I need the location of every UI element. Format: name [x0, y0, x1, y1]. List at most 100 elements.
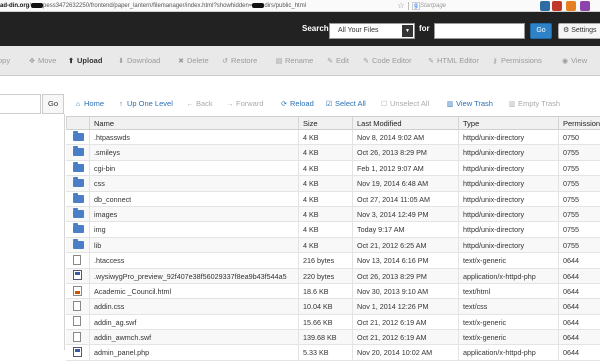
row-icon-cell [66, 222, 89, 237]
file-size: 220 bytes [298, 268, 352, 284]
table-row[interactable]: addin_awmch.swf 139.68 KB Oct 21, 2012 6:1… [66, 330, 600, 346]
restore-button[interactable]: ↺ Restore [221, 46, 257, 76]
reload-button[interactable]: ⟳ Reload [280, 94, 314, 114]
view-trash-button[interactable]: ▥ View Trash [446, 94, 493, 114]
file-name[interactable]: db_connect [89, 191, 298, 207]
file-permissions: 0644 [558, 330, 600, 346]
html-editor-button[interactable]: ✎ HTML Editor [427, 46, 479, 76]
file-name[interactable]: addin_awmch.swf [89, 330, 298, 346]
search-engine-icon[interactable]: g [412, 2, 420, 10]
column-header-permissions[interactable]: Permissions [558, 117, 600, 130]
table-row[interactable]: img 4 KB Today 9:17 AM httpd/unix-directory… [66, 222, 600, 238]
path-input[interactable] [0, 94, 41, 114]
file-type: text/css [458, 299, 558, 315]
view-label: View [571, 56, 588, 65]
back-button[interactable]: ← Back [186, 94, 213, 114]
file-permissions: 0755 [558, 160, 600, 176]
column-header-icon [66, 117, 89, 130]
upload-button[interactable]: ⬆ Upload [67, 46, 102, 76]
table-row[interactable]: cgi-bin 4 KB Feb 1, 2012 9:07 AM httpd/unix… [66, 160, 600, 177]
table-row[interactable]: db_connect 4 KB Oct 27, 2014 11:05 AM httpd… [66, 191, 600, 207]
file-name[interactable]: css [89, 176, 298, 192]
select-all-button[interactable]: ☑ Select All [325, 94, 366, 114]
download-button[interactable]: ⬇ Download [117, 46, 160, 76]
chevron-down-icon[interactable]: ▼ [402, 25, 413, 37]
file-name[interactable]: .wysiwygPro_preview_92f407e38f56029337f8… [89, 268, 298, 284]
extension-icon[interactable] [566, 1, 576, 11]
move-icon: ✥ [29, 58, 35, 65]
reload-icon: ⟳ [281, 101, 287, 108]
permissions-button[interactable]: ⚷ Permissions [491, 46, 541, 76]
table-row[interactable]: .htaccess 216 bytes Nov 13, 2014 6:16 PM te… [66, 253, 600, 269]
view-button[interactable]: ◉ View [561, 46, 587, 76]
up-one-level-button[interactable]: ↑ Up One Level [117, 94, 173, 114]
column-header-size[interactable]: Size [298, 117, 352, 130]
file-name[interactable]: img [89, 222, 298, 238]
extension-icon[interactable] [580, 1, 590, 11]
table-row[interactable]: .htpasswds 4 KB Nov 8, 2014 9:02 AM httpd/u… [66, 130, 600, 146]
download-label: Download [127, 56, 161, 65]
file-name[interactable]: .smileys [89, 145, 298, 161]
checkbox-empty-icon: ☐ [380, 101, 388, 108]
copy-button[interactable]: opy [0, 46, 10, 76]
file-last-modified: Oct 21, 2012 6:19 AM [352, 314, 458, 330]
divider [408, 2, 409, 10]
table-row[interactable]: .smileys 4 KB Oct 26, 2013 8:29 PM httpd/un… [66, 145, 600, 161]
table-row[interactable]: images 4 KB Nov 3, 2014 12:49 PM httpd/unix… [66, 206, 600, 223]
delete-button[interactable]: ✖ Delete [177, 46, 209, 76]
upload-label: Upload [77, 56, 103, 65]
move-button[interactable]: ✥ Move [28, 46, 56, 76]
column-header-name[interactable]: Name [89, 117, 298, 130]
search-go-button[interactable]: Go [530, 23, 552, 39]
file-permissions: 0644 [558, 299, 600, 315]
file-permissions: 0644 [558, 283, 600, 299]
column-header-last-modified[interactable]: Last Modified [352, 117, 458, 130]
file-name[interactable]: lib [89, 237, 298, 253]
folder-icon [73, 238, 84, 249]
file-permissions: 0644 [558, 345, 600, 361]
edit-button[interactable]: ✎ Edit [326, 46, 349, 76]
file-name[interactable]: .htaccess [89, 253, 298, 269]
table-row[interactable]: Academic _Council.html 18.6 KB Nov 30, 201… [66, 283, 600, 300]
table-row[interactable]: lib 4 KB Oct 21, 2012 6:25 AM httpd/unix-di… [66, 237, 600, 254]
column-header-type[interactable]: Type [458, 117, 558, 130]
settings-button[interactable]: ⚙ Settings [558, 23, 600, 39]
browser-search-field[interactable]: Startpage [420, 0, 446, 12]
empty-trash-button[interactable]: ▥ Empty Trash [508, 94, 560, 114]
key-icon: ⚷ [492, 58, 498, 65]
path-go-button[interactable]: Go [42, 94, 64, 114]
table-row[interactable]: addin_ag.swf 15.66 KB Oct 21, 2012 6:19 AM… [66, 314, 600, 331]
delete-icon: ✖ [178, 58, 184, 65]
unselect-all-button[interactable]: ☐ Unselect All [380, 94, 429, 114]
file-name[interactable]: addin.css [89, 299, 298, 315]
file-size: 15.66 KB [298, 314, 352, 330]
file-name[interactable]: addin_ag.swf [89, 314, 298, 330]
file-name[interactable]: cgi-bin [89, 160, 298, 176]
forward-button[interactable]: → Forward [226, 94, 264, 114]
file-last-modified: Nov 13, 2014 6:16 PM [352, 253, 458, 269]
rename-button[interactable]: ▤ Rename [275, 46, 314, 76]
file-size: 4 KB [298, 237, 352, 253]
star-icon[interactable]: ☆ [396, 0, 406, 12]
code-editor-button[interactable]: ✎ Code Editor [362, 46, 412, 76]
file-name[interactable]: Academic _Council.html [89, 283, 298, 299]
file-size: 4 KB [298, 130, 352, 145]
unselect-all-label: Unselect All [390, 99, 430, 108]
table-row[interactable]: .wysiwygPro_preview_92f407e38f56029337f8… [66, 268, 600, 284]
directory-tree-panel [64, 114, 65, 350]
table-row[interactable]: admin_panel.php 5.33 KB Nov 20, 2014 10:02… [66, 345, 600, 361]
file-name[interactable]: admin_panel.php [89, 345, 298, 361]
extension-icon[interactable] [552, 1, 562, 11]
file-name[interactable]: images [89, 206, 298, 222]
search-input[interactable] [434, 23, 525, 39]
file-name[interactable]: .htpasswds [89, 130, 298, 145]
search-scope-select[interactable]: All Your Files ▼ [329, 23, 415, 39]
url-field[interactable]: ad-din.org/pess3472632250/frontend/paper… [0, 1, 392, 11]
extension-icon[interactable] [540, 1, 550, 11]
home-button[interactable]: ⌂ Home [74, 94, 104, 114]
file-type: application/x-httpd-php [458, 268, 558, 284]
table-row[interactable]: css 4 KB Nov 19, 2014 6:48 AM httpd/unix-di… [66, 176, 600, 192]
file-type: application/x-httpd-php [458, 345, 558, 361]
file-permissions: 0644 [558, 268, 600, 284]
table-row[interactable]: addin.css 10.04 KB Nov 1, 2014 12:26 PM tex… [66, 299, 600, 315]
